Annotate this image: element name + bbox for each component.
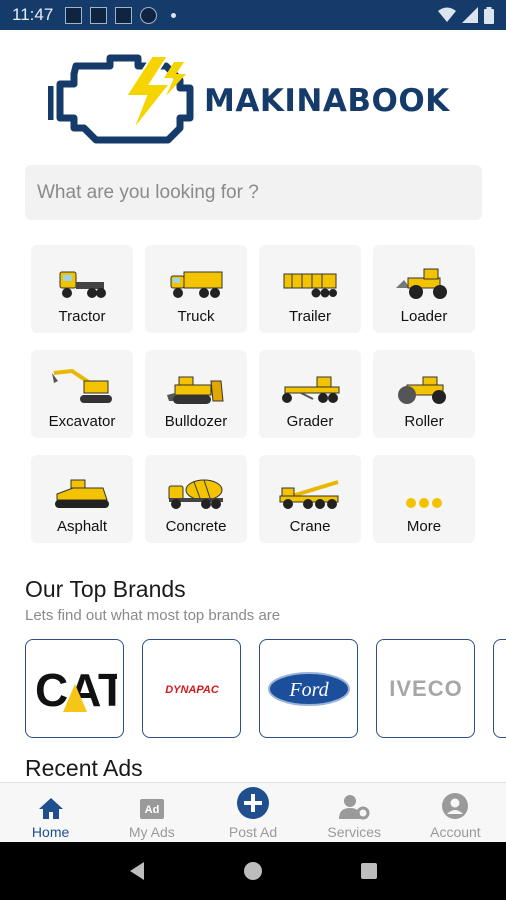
grader-icon: [282, 376, 340, 403]
category-grader[interactable]: Grader: [259, 350, 361, 438]
recent-ads-title: Recent Ads: [25, 755, 143, 781]
nav-label: Home: [31, 824, 70, 840]
excavator-icon: [52, 369, 112, 403]
ad-icon: Ad: [139, 799, 164, 819]
recents-icon[interactable]: [360, 862, 378, 880]
home-icon: [38, 798, 63, 819]
signal-icon: [462, 7, 478, 23]
nav-account[interactable]: Account: [405, 783, 506, 842]
wifi-icon: [438, 7, 456, 22]
category-label: Excavator: [48, 413, 116, 430]
bulldozer-icon: [167, 376, 224, 404]
category-loader[interactable]: Loader: [373, 245, 475, 333]
nav-my-ads[interactable]: Ad My Ads: [101, 783, 202, 842]
bottom-navigation: Home Ad My Ads Post Ad Services Account: [0, 782, 506, 842]
category-bulldozer[interactable]: Bulldozer: [145, 350, 247, 438]
nav-home[interactable]: Home: [0, 783, 101, 842]
category-tractor[interactable]: Tractor: [31, 245, 133, 333]
more-dots-icon: [406, 498, 442, 508]
home-button-icon[interactable]: [243, 861, 263, 881]
category-asphalt[interactable]: Asphalt: [31, 455, 133, 543]
nav-label: Services: [327, 824, 382, 840]
category-label: Roller: [404, 413, 444, 430]
nav-services[interactable]: Services: [304, 783, 405, 842]
category-label: Trailer: [289, 308, 331, 325]
svg-text:Ford: Ford: [288, 679, 329, 701]
road-roller-icon: [398, 376, 446, 404]
notification-icon: [115, 6, 133, 24]
back-icon[interactable]: [128, 861, 146, 881]
account-icon: [442, 793, 469, 819]
asphalt-paver-icon: [55, 479, 109, 508]
add-circle-icon: [237, 787, 269, 819]
svg-text:Ad: Ad: [144, 804, 159, 816]
brand-card-partial[interactable]: [493, 639, 506, 738]
top-brands-title: Our Top Brands: [25, 576, 186, 602]
category-roller[interactable]: Roller: [373, 350, 475, 438]
trailer-icon: [283, 273, 337, 298]
nav-label: Post Ad: [228, 824, 278, 840]
category-label: Tractor: [58, 308, 106, 325]
category-label: Truck: [177, 308, 215, 325]
dynapac-logo: DYNAPAC: [165, 684, 220, 696]
nav-label: Account: [430, 824, 481, 840]
ford-logo: Ford: [267, 671, 350, 706]
concrete-mixer-icon: [168, 479, 223, 509]
brand-name: MAKINABOOK: [204, 83, 450, 119]
category-label: More: [406, 518, 442, 535]
category-excavator[interactable]: Excavator: [31, 350, 133, 438]
category-trailer[interactable]: Trailer: [259, 245, 361, 333]
battery-icon: [484, 6, 494, 24]
tractor-truck-icon: [59, 271, 106, 298]
category-truck[interactable]: Truck: [145, 245, 247, 333]
brand-card-dynapac[interactable]: DYNAPAC: [142, 639, 241, 738]
category-label: Concrete: [165, 518, 227, 535]
brand-card-ford[interactable]: Ford: [259, 639, 358, 738]
category-crane[interactable]: Crane: [259, 455, 361, 543]
more-notifications-icon: [171, 12, 177, 18]
iveco-logo: IVECO: [389, 676, 462, 701]
category-label: Loader: [400, 308, 448, 325]
user-gear-icon: [339, 795, 370, 820]
nav-label: My Ads: [128, 824, 175, 840]
category-concrete[interactable]: Concrete: [145, 455, 247, 543]
brand-card-cat[interactable]: CAT: [25, 639, 124, 738]
crane-icon: [279, 480, 339, 509]
svg-text:IVECO: IVECO: [389, 676, 462, 701]
top-brands-subtitle: Lets find out what most top brands are: [25, 607, 281, 624]
category-label: Grader: [286, 413, 334, 430]
status-bar: 11:47: [0, 0, 506, 30]
notification-icon: [65, 6, 83, 24]
category-grid: Tractor Truck Trailer Loader Excavator B…: [31, 245, 477, 543]
app-logo: MAKINABOOK: [48, 46, 468, 146]
nav-post-ad[interactable]: Post Ad: [202, 783, 303, 842]
category-more[interactable]: More: [373, 455, 475, 543]
notification-icon: [90, 6, 108, 24]
category-label: Crane: [289, 518, 331, 535]
svg-text:DYNAPAC: DYNAPAC: [165, 684, 220, 696]
notification-icon: [140, 6, 158, 24]
category-label: Bulldozer: [164, 413, 228, 430]
wheel-loader-icon: [396, 268, 447, 299]
dump-truck-icon: [170, 271, 223, 298]
brands-carousel[interactable]: CAT DYNAPAC Ford IVECO: [25, 639, 506, 739]
search-input[interactable]: [25, 165, 482, 220]
brand-card-iveco[interactable]: IVECO: [376, 639, 475, 738]
system-navigation-bar: [0, 842, 506, 900]
engine-bolt-logo-icon: [48, 54, 194, 144]
status-time: 11:47: [12, 5, 54, 24]
category-label: Asphalt: [56, 518, 108, 535]
cat-logo: CAT: [35, 664, 117, 716]
